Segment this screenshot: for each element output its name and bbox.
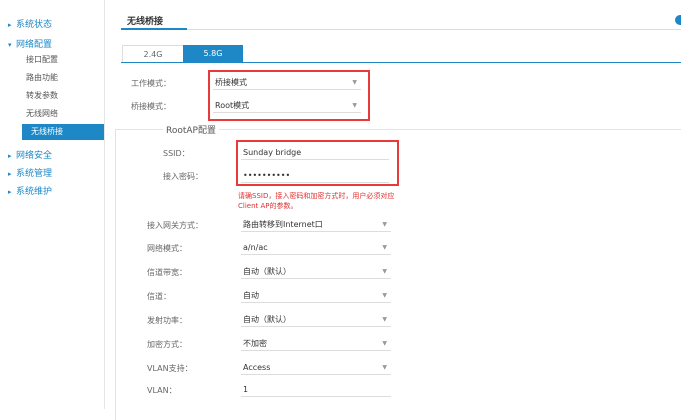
bandwidth-value: 自动（默认） (243, 267, 291, 276)
sidebar-item-wireless[interactable]: 无线网络 (26, 106, 104, 122)
ssid-label: SSID： (163, 149, 190, 158)
page-title: 无线桥接 (127, 17, 164, 27)
sidebar-item-routing[interactable]: 路由功能 (26, 70, 104, 86)
network-mode-select[interactable]: a/n/ac ▼ (241, 240, 391, 255)
caret-down-icon: ▼ (382, 221, 387, 228)
vlan-support-select[interactable]: Access ▼ (241, 360, 391, 375)
tx-power-label: 发射功率： (147, 316, 187, 325)
channel-value: 自动 (243, 291, 259, 300)
chevron-down-icon: ▾ (8, 41, 12, 49)
nav-label: 系统状态 (16, 20, 53, 30)
sidebar-item-forwarding[interactable]: 转发参数 (26, 88, 104, 104)
nav-label: 网络安全 (16, 151, 53, 161)
tab-5-8g[interactable]: 5.8G (183, 45, 243, 62)
channel-select[interactable]: 自动 ▼ (241, 288, 391, 303)
section-title: RootAP配置 (163, 123, 219, 136)
nav-system-status[interactable]: ▸ 系统状态 (8, 17, 52, 30)
caret-down-icon: ▼ (382, 292, 387, 299)
nav-label: 系统维护 (16, 187, 53, 197)
network-mode-value: a/n/ac (243, 243, 268, 252)
encryption-select[interactable]: 不加密 ▼ (241, 336, 391, 351)
highlight-box (236, 140, 399, 186)
nav-label: 网络配置 (16, 40, 53, 50)
vlan-support-value: Access (243, 363, 271, 372)
sidebar: ▸ 系统状态 ▾ 网络配置 接口配置 路由功能 转发参数 无线网络 无线桥接 ▸ 网络… (0, 0, 105, 409)
warning-text: 请确SSID，接入密码和加密方式时，用户必须对应Client AP的参数。 (238, 192, 395, 210)
highlight-box (208, 70, 370, 121)
vlan-label: VLAN： (147, 386, 177, 395)
gateway-mode-select[interactable]: 路由转移到Internet口 ▼ (241, 217, 391, 232)
sidebar-item-interface[interactable]: 接口配置 (26, 52, 104, 68)
tx-power-select[interactable]: 自动（默认） ▼ (241, 312, 391, 327)
nav-label: 系统管理 (16, 169, 53, 179)
title-divider (121, 29, 681, 30)
encryption-value: 不加密 (243, 339, 267, 348)
bandwidth-label: 信道带宽： (147, 268, 187, 277)
tab-divider (121, 62, 681, 63)
nav-network-security[interactable]: ▸ 网络安全 (8, 148, 52, 161)
caret-down-icon: ▼ (382, 364, 387, 371)
nav-system-maintenance[interactable]: ▸ 系统维护 (8, 184, 52, 197)
title-underline (121, 28, 187, 30)
chevron-right-icon: ▸ (8, 170, 12, 178)
password-label: 接入密码： (163, 172, 203, 181)
tab-2-4g[interactable]: 2.4G (122, 45, 184, 63)
network-mode-label: 网络模式： (147, 244, 187, 253)
nav-system-management[interactable]: ▸ 系统管理 (8, 166, 52, 179)
bandwidth-select[interactable]: 自动（默认） ▼ (241, 264, 391, 279)
sidebar-item-wireless-bridge[interactable]: 无线桥接 (22, 124, 104, 140)
tx-power-value: 自动（默认） (243, 315, 291, 324)
caret-down-icon: ▼ (382, 268, 387, 275)
work-mode-label: 工作模式： (131, 79, 171, 88)
chevron-right-icon: ▸ (8, 21, 12, 29)
vlan-support-label: VLAN支持： (147, 364, 193, 373)
collapse-handle[interactable] (675, 15, 681, 25)
main-content: 无线桥接 2.4G 5.8G 工作模式： 桥接模式 ▼ 桥接模式： Root模式 ▼… (105, 0, 681, 420)
caret-down-icon: ▼ (382, 340, 387, 347)
nav-network-config[interactable]: ▾ 网络配置 (8, 37, 52, 50)
caret-down-icon: ▼ (382, 244, 387, 251)
channel-label: 信道： (147, 292, 171, 301)
gateway-mode-label: 接入网关方式： (147, 221, 203, 230)
vlan-input[interactable]: 1 (241, 382, 391, 397)
chevron-right-icon: ▸ (8, 152, 12, 160)
gateway-mode-value: 路由转移到Internet口 (243, 220, 323, 229)
bridge-mode-label: 桥接模式： (131, 102, 171, 111)
caret-down-icon: ▼ (382, 316, 387, 323)
encryption-label: 加密方式： (147, 340, 187, 349)
chevron-right-icon: ▸ (8, 188, 12, 196)
